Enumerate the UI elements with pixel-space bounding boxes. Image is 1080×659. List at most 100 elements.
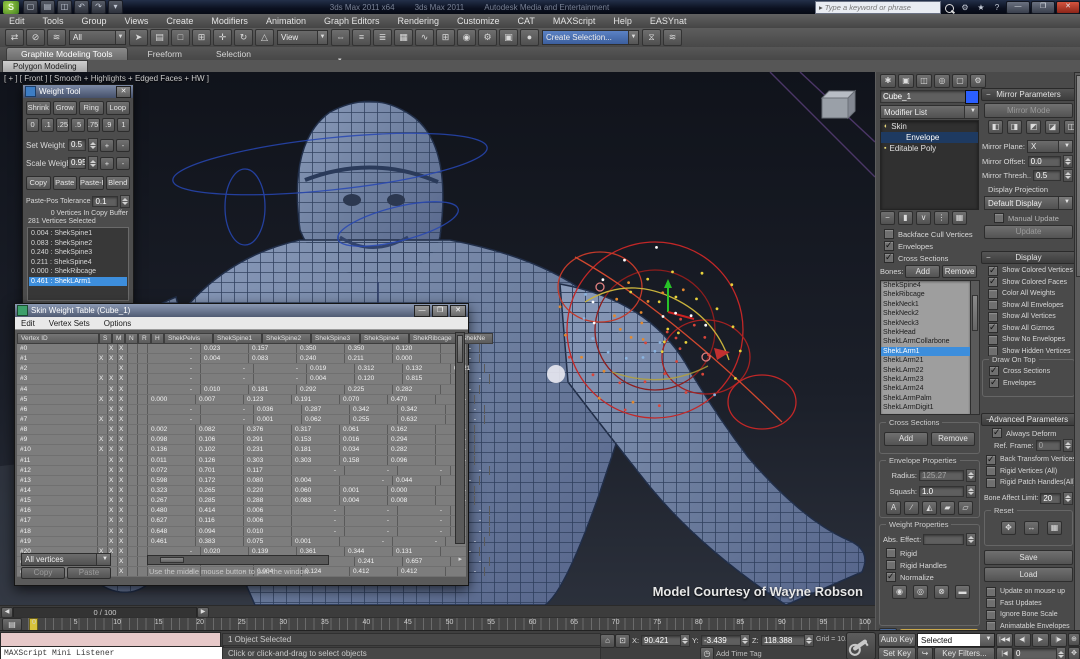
minimize-icon[interactable]: — [414, 305, 430, 317]
menu-item[interactable]: Rendering [389, 14, 449, 28]
weight-tool-button[interactable]: Ring [79, 101, 104, 115]
checkbox-row[interactable]: Backface Cull Vertices [884, 229, 979, 239]
menu-item[interactable]: Create [157, 14, 202, 28]
layer-manager-icon[interactable]: ≣ [373, 29, 392, 46]
bone-list[interactable]: ShekSpine4ShekRibcageShekNeck1ShekNeck2S… [880, 280, 971, 415]
checkbox-row[interactable]: Back Transform Vertices [986, 455, 1075, 465]
column-header[interactable]: R [138, 333, 151, 344]
ribbon-tab[interactable]: Graphite Modeling Tools [6, 47, 128, 60]
bone-list-item[interactable]: ShekHead [881, 328, 970, 337]
current-frame-field[interactable]: 0 [1013, 648, 1059, 659]
help-icon[interactable]: ? [990, 2, 1004, 13]
motion-tab[interactable]: ◎ [934, 74, 950, 88]
remove-bone-button[interactable]: Remove [942, 265, 977, 278]
manual-update-row[interactable]: Manual Update [994, 213, 1059, 223]
horizontal-scrollbar[interactable] [147, 555, 329, 565]
bone-list-item[interactable]: ShekLArmPalm [881, 394, 970, 403]
scale-weight-field[interactable]: 0.95 [68, 157, 86, 169]
redo-icon[interactable]: ↷ [91, 0, 106, 14]
vertical-scrollbar[interactable] [455, 332, 465, 544]
checkbox-icon[interactable] [986, 610, 996, 620]
pin-stack-icon[interactable]: − [880, 211, 895, 225]
save-envelopes-button[interactable]: Save [984, 550, 1073, 565]
checkbox-icon[interactable] [986, 466, 996, 476]
advanced-parameters-rollout[interactable]: Advanced Parameters [981, 413, 1076, 426]
checkbox-row[interactable]: Show Colored Vertices [988, 266, 1075, 276]
always-deform-row[interactable]: Always Deform [992, 428, 1056, 438]
play-icon[interactable]: ▶ [1032, 633, 1049, 647]
weight-table-menu-item[interactable]: Vertex Sets [49, 319, 90, 328]
radius-field[interactable]: 125.27 [919, 470, 964, 481]
checkbox-icon[interactable] [988, 277, 998, 287]
weight-table-row[interactable]: #17 X X 0.627 0.116 0.006 - - - - [17, 516, 466, 526]
checkbox-icon[interactable] [886, 548, 896, 558]
copy-button[interactable]: Copy [21, 567, 65, 579]
mirror-icon[interactable]: ⇔ [331, 29, 350, 46]
select-and-scale-icon[interactable]: △ [255, 29, 274, 46]
frame-spinner[interactable] [1056, 647, 1066, 659]
checkbox-icon[interactable] [986, 587, 996, 597]
vertex-weight-item[interactable]: 0.211 : ShekSpine4 [29, 258, 127, 268]
checkbox-icon[interactable] [884, 229, 894, 239]
bone-list-item[interactable]: ShekLArm1 [881, 347, 970, 356]
communication-icon[interactable]: ★ [974, 2, 988, 13]
hierarchy-tab[interactable]: ◫ [916, 74, 932, 88]
close-icon[interactable]: ✕ [116, 86, 131, 98]
column-header[interactable]: ShekSpine1 [213, 333, 262, 344]
checkbox-row[interactable]: Cross Sections [989, 366, 1074, 376]
time-ruler[interactable]: ▤ 05101520253035404550556065707580859095… [0, 617, 875, 631]
weight-table-row[interactable]: #15 X X 0.267 0.285 0.288 0.083 0.004 0.… [17, 496, 466, 506]
checkbox-row[interactable]: Cross Sections [884, 253, 979, 263]
scale-weight-spinner[interactable] [88, 156, 98, 170]
checkbox-row[interactable]: Fast Updates [986, 598, 1075, 608]
bone-affect-limit-spinner[interactable] [1063, 492, 1073, 505]
configure-modifier-sets-icon[interactable]: ▦ [952, 211, 967, 225]
next-frame-icon[interactable]: |▶ [1050, 633, 1067, 647]
project-folder-icon[interactable]: ▾ [108, 0, 123, 14]
x-coordinate-field[interactable]: 90.421 [641, 635, 683, 646]
x-spinner[interactable] [680, 634, 690, 647]
column-header[interactable]: ShekPelvis [164, 333, 213, 344]
selection-set-dropdown[interactable]: Selected▼ [917, 633, 995, 647]
set-keys-button[interactable] [846, 632, 876, 659]
checkbox-icon[interactable] [986, 455, 996, 465]
abs-effect-spinner[interactable] [966, 533, 976, 546]
weight-table-menu-item[interactable]: Edit [21, 319, 35, 328]
add-cross-section-button[interactable]: Add [884, 432, 928, 446]
menu-item[interactable]: Modifiers [202, 14, 257, 28]
menu-item[interactable]: CAT [509, 14, 544, 28]
weight-tool-button[interactable]: Shrink [26, 101, 51, 115]
weight-preset-button[interactable]: 0 [26, 118, 39, 132]
checkbox-icon[interactable] [986, 478, 996, 488]
add-bone-button[interactable]: Add [905, 265, 940, 278]
checkbox-icon[interactable] [988, 266, 998, 276]
select-object-icon[interactable]: ➤ [129, 29, 148, 46]
select-and-move-icon[interactable]: ✛ [213, 29, 232, 46]
copy-paste-button[interactable]: Paste-Pos [79, 176, 104, 190]
bone-list-item[interactable]: ShekLArm22 [881, 366, 970, 375]
checkbox-row[interactable]: Show Colored Faces [988, 277, 1075, 287]
align-icon[interactable]: ≡ [352, 29, 371, 46]
tolerance-field[interactable]: 0.1 [92, 196, 118, 207]
mirror-parameters-rollout[interactable]: Mirror Parameters [981, 88, 1076, 101]
absolute-effect-icon[interactable]: A [886, 501, 901, 515]
paste-options-icon[interactable]: ▱ [958, 501, 973, 515]
weight-table-row[interactable]: #3 X X X - - - 0.004 0.120 0.815 - [17, 374, 466, 384]
squash-spinner[interactable] [966, 485, 976, 498]
checkbox-icon[interactable] [988, 300, 998, 310]
vertex-weight-item[interactable]: 0.461 : ShekLArm1 [29, 277, 127, 287]
z-coordinate-field[interactable]: 118.388 [761, 635, 807, 646]
new-key-mode-icon[interactable]: ↪ [917, 647, 933, 659]
reset-selected-bone-icon[interactable]: ↔ [1024, 521, 1039, 535]
vertex-weight-item[interactable]: 0.240 : ShekSpine3 [29, 248, 127, 258]
create-tab[interactable]: ✱ [880, 74, 896, 88]
modifier-stack-item[interactable]: Envelope [881, 132, 978, 143]
checkbox-row[interactable]: Normalize [886, 572, 979, 582]
menu-item[interactable]: Help [604, 14, 641, 28]
select-and-link-icon[interactable]: ⇄ [5, 29, 24, 46]
checkbox-icon[interactable] [989, 366, 999, 376]
weight-tool-button[interactable]: Grow [53, 101, 78, 115]
radius-spinner[interactable] [966, 469, 976, 482]
subtract-weight-button[interactable]: - [116, 139, 130, 152]
vertex-set-dropdown[interactable]: All vertices▼ [21, 553, 111, 566]
